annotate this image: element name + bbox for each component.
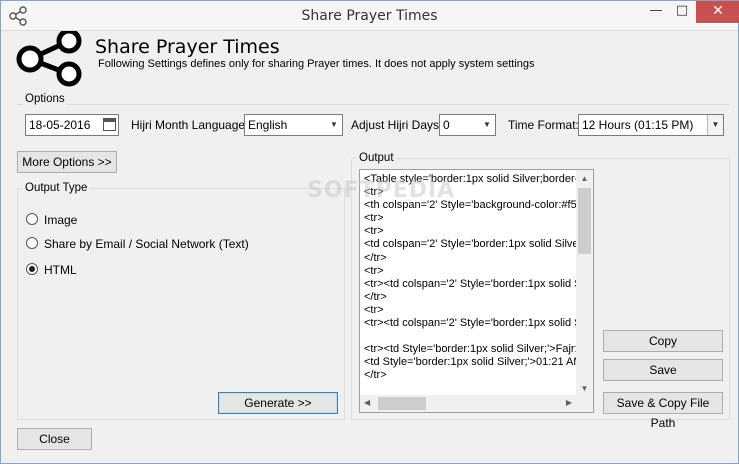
output-line: <tr> (364, 303, 384, 316)
chevron-down-icon[interactable]: ▼ (479, 115, 495, 135)
chevron-down-icon[interactable]: ▼ (707, 115, 723, 135)
date-value: 18-05-2016 (29, 118, 91, 132)
close-window-button[interactable]: ✕ (696, 1, 739, 23)
output-line: <tr><td colspan='2' Style='border:1px so… (364, 317, 576, 330)
page-title: Share Prayer Times (95, 36, 280, 58)
close-button[interactable]: Close (17, 428, 92, 450)
time-format-label: Time Format: (508, 118, 579, 132)
hijri-month-language-value: English (248, 118, 288, 132)
output-line: <tr> (364, 186, 384, 199)
output-line: <tr> (364, 212, 384, 225)
generate-button[interactable]: Generate >> (218, 392, 338, 414)
scroll-down-icon[interactable]: ▼ (576, 384, 593, 393)
save-button[interactable]: Save (603, 359, 723, 381)
title-bar: Share Prayer Times — □ ✕ (1, 1, 739, 31)
output-type-label: Output Type (23, 182, 90, 194)
options-group-label: Options (23, 93, 67, 105)
date-picker[interactable]: 18-05-2016 (25, 114, 119, 136)
output-line: <td colspan='2' Style='border:1px solid … (364, 238, 576, 251)
horizontal-scrollbar[interactable]: ◀ ▶ (360, 395, 576, 412)
scroll-left-icon[interactable]: ◀ (364, 398, 370, 407)
radio-image[interactable] (26, 213, 38, 225)
output-line: <tr> (364, 264, 384, 277)
output-textarea[interactable]: <Table style='border:1px solid Silver;bo… (359, 169, 594, 413)
output-line: <Table style='border:1px solid Silver;bo… (364, 173, 576, 185)
radio-html-label[interactable]: HTML (44, 263, 77, 277)
share-icon (15, 28, 83, 94)
time-format-value: 12 Hours (01:15 PM) (582, 118, 694, 132)
output-line: <th colspan='2' Style='background-color:… (364, 199, 576, 212)
hijri-month-language-label: Hijri Month Language: (131, 118, 249, 132)
adjust-hijri-days-label: Adjust Hijri Days: (351, 118, 443, 132)
output-html-text[interactable]: <Table style='border:1px solid Silver;bo… (364, 173, 576, 396)
output-line: <tr><td Style='border:1px solid Silver;'… (364, 343, 576, 356)
scroll-right-icon[interactable]: ▶ (566, 398, 572, 407)
save-copy-file-path-button[interactable]: Save & Copy File Path (603, 392, 723, 430)
radio-share-email-social[interactable] (26, 237, 38, 249)
calendar-icon[interactable] (103, 118, 116, 131)
time-format-select[interactable]: 12 Hours (01:15 PM) ▼ (578, 114, 724, 136)
horizontal-scroll-thumb[interactable] (378, 397, 426, 410)
output-line: <td Style='border:1px solid Silver;'>01:… (364, 356, 576, 369)
scroll-corner (576, 395, 593, 412)
vertical-scroll-thumb[interactable] (578, 188, 591, 254)
adjust-hijri-days-select[interactable]: 0 ▼ (439, 114, 496, 136)
hijri-month-language-select[interactable]: English ▼ (244, 114, 343, 136)
page-subtitle: Following Settings defines only for shar… (98, 58, 535, 70)
output-line: </tr> (364, 251, 387, 264)
vertical-scrollbar[interactable]: ▲ ▼ (576, 170, 593, 397)
minimize-button[interactable]: — (643, 1, 669, 23)
chevron-down-icon[interactable]: ▼ (326, 115, 342, 135)
more-options-button[interactable]: More Options >> (17, 151, 117, 173)
scroll-up-icon[interactable]: ▲ (576, 174, 593, 183)
output-line: </tr> (364, 290, 387, 303)
radio-share-email-social-label[interactable]: Share by Email / Social Network (Text) (44, 237, 249, 251)
output-line: <tr> (364, 225, 384, 238)
output-line: </tr> (364, 369, 387, 382)
output-group-label: Output (357, 152, 396, 164)
radio-html[interactable] (26, 263, 38, 275)
radio-image-label[interactable]: Image (44, 213, 77, 227)
share-prayer-times-window: Share Prayer Times — □ ✕ Share Prayer Ti… (0, 0, 739, 464)
options-group-border (17, 104, 729, 105)
maximize-button[interactable]: □ (669, 1, 695, 23)
copy-button[interactable]: Copy (603, 330, 723, 352)
window-title: Share Prayer Times (301, 8, 438, 24)
adjust-hijri-days-value: 0 (443, 118, 450, 132)
output-line: <tr><td colspan='2' Style='border:1px so… (364, 277, 576, 290)
